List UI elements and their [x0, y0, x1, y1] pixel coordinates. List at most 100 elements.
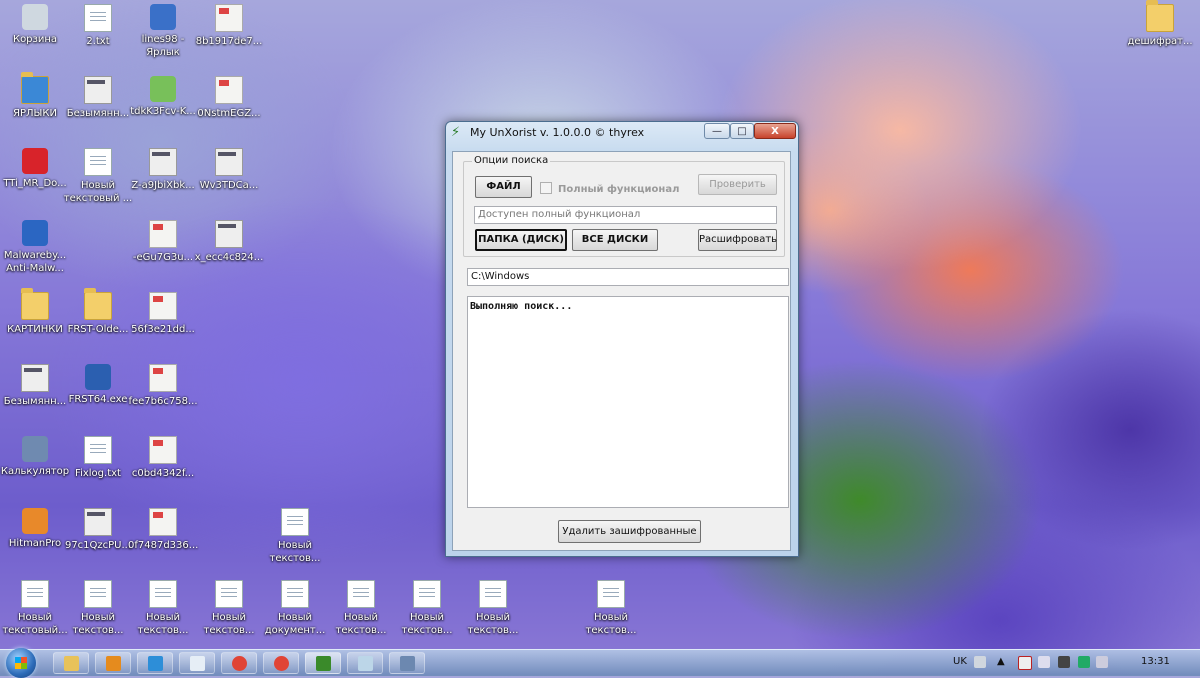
desktop-icon[interactable]: x_ecc4c824... — [194, 220, 264, 264]
desktop-icon[interactable]: Новый текстов... — [63, 580, 133, 637]
desktop-icon[interactable]: Новый текстовый... — [0, 580, 70, 637]
unxorist-app-icon: ⚡ — [451, 125, 461, 140]
language-indicator[interactable]: UK — [953, 656, 967, 667]
desktop-icon-label: 0NstmEGZ... — [197, 108, 261, 119]
desktop-icon[interactable]: Fixlog.txt — [63, 436, 133, 480]
image-file-icon — [149, 148, 177, 176]
desktop-icon[interactable]: Безымянн... — [63, 76, 133, 120]
security-alert-icon[interactable] — [1018, 656, 1032, 670]
taskbar-button[interactable] — [221, 652, 257, 674]
volume-icon[interactable] — [1096, 656, 1108, 668]
desktop-icon[interactable]: Безымянн... — [0, 364, 70, 408]
desktop-icon[interactable]: Новый текстовый ... — [63, 148, 133, 205]
desktop-icon[interactable]: Калькулятор — [0, 436, 70, 478]
desktop-icon[interactable]: Z-a9JbiXbk... — [128, 148, 198, 192]
text-file-icon — [84, 580, 112, 608]
notepad2-icon — [358, 656, 373, 671]
desktop-icon[interactable]: Новый документ... — [260, 580, 330, 637]
close-button[interactable]: X — [754, 123, 796, 139]
desktop-icon-label: Новый текстов... — [72, 612, 124, 636]
desktop-icon[interactable]: 97c1QzcPU... — [63, 508, 133, 552]
full-function-option[interactable]: Полный функционал — [540, 182, 679, 195]
desktop-icon[interactable]: Новый текстов... — [194, 580, 264, 637]
maximize-button[interactable]: □ — [730, 123, 754, 139]
network-icon[interactable] — [1078, 656, 1090, 668]
desktop-icon[interactable]: FRST-Olde... — [63, 288, 133, 336]
window-titlebar[interactable]: ⚡ My UnXorist v. 1.0.0.0 © thyrex — □ X — [446, 122, 798, 144]
notepad-icon — [190, 656, 205, 671]
desktop-icon[interactable]: 0f7487d336... — [128, 508, 198, 552]
taskbar-button[interactable] — [179, 652, 215, 674]
desktop-icon[interactable]: TTi_MR_Do... — [0, 148, 70, 190]
desktop-icon[interactable]: ЯРЛЫКИ — [0, 72, 70, 120]
desktop-icon[interactable]: -eGu7G3u... — [128, 220, 198, 264]
taskbar-button[interactable] — [137, 652, 173, 674]
check-button[interactable]: Проверить — [698, 174, 777, 195]
taskbar-button[interactable] — [347, 652, 383, 674]
envelope-file-icon — [149, 292, 177, 320]
file-button[interactable]: ФАЙЛ — [475, 176, 532, 198]
desktop-icon-label: -eGu7G3u... — [132, 252, 194, 263]
desktop-icon[interactable]: Новый текстов... — [260, 508, 330, 565]
desktop-icon-label: 0f7487d336... — [128, 540, 199, 551]
desktop-icon[interactable]: Новый текстов... — [128, 580, 198, 637]
desktop-icon[interactable]: 8b1917de7... — [194, 4, 264, 48]
desktop-icon[interactable]: tdkK3Fcv-K... — [128, 76, 198, 118]
desktop-icon[interactable]: 0NstmEGZ... — [194, 76, 264, 120]
desktop-icon[interactable]: Корзина — [0, 4, 70, 46]
desktop-icon[interactable]: Wv3TDCa... — [194, 148, 264, 192]
desktop-icon[interactable]: Новый текстов... — [576, 580, 646, 637]
text-file-icon — [597, 580, 625, 608]
desktop-icon[interactable]: HitmanPro — [0, 508, 70, 550]
desktop-icon-label: Новый текстов... — [203, 612, 255, 636]
delete-encrypted-button[interactable]: Удалить зашифрованные — [558, 520, 701, 543]
desktop-icon[interactable]: Malwareby... Anti-Malw... — [0, 220, 70, 275]
full-function-checkbox[interactable] — [540, 182, 552, 194]
desktop-icon-label: Новый текстов... — [401, 612, 453, 636]
desktop-icon[interactable]: дешифрат... — [1125, 0, 1195, 48]
desktop-icon[interactable]: lines98 - Ярлык — [128, 4, 198, 59]
taskbar-button[interactable] — [95, 652, 131, 674]
envelope-file-icon — [149, 364, 177, 392]
battery-icon[interactable] — [1058, 656, 1070, 668]
keyboard-icon[interactable] — [974, 656, 986, 668]
hitmanpro-icon — [22, 508, 48, 534]
desktop-icon-label: Безымянн... — [66, 108, 130, 119]
folder-icon — [84, 288, 112, 320]
desktop-icon[interactable]: Новый текстов... — [326, 580, 396, 637]
taskbar-button[interactable] — [389, 652, 425, 674]
full-function-label: Полный функционал — [558, 184, 680, 195]
desktop-icon[interactable]: 2.txt — [63, 4, 133, 48]
envelope-file-icon — [149, 220, 177, 248]
desktop-icon-label: ЯРЛЫКИ — [13, 108, 57, 119]
clock[interactable]: 13:31 — [1141, 656, 1170, 667]
desktop-icon[interactable]: FRST64.exe — [63, 364, 133, 406]
taskbar-button[interactable] — [53, 652, 89, 674]
desktop-icon[interactable]: 56f3e21dd... — [128, 292, 198, 336]
desktop-icon[interactable]: Новый текстов... — [392, 580, 462, 637]
desktop-icon[interactable]: КАРТИНКИ — [0, 288, 70, 336]
all-disks-button[interactable]: ВСЕ ДИСКИ — [572, 229, 658, 251]
search-log[interactable]: Выполняю поиск... — [467, 296, 789, 508]
desktop-icon-label: c0bd4342f... — [131, 468, 195, 479]
decrypt-button[interactable]: Расшифровать — [698, 229, 777, 251]
desktop-icon-label: Калькулятор — [0, 466, 70, 477]
screenshot-tool-icon — [400, 656, 415, 671]
desktop-icon[interactable]: fee7b6c758... — [128, 364, 198, 408]
minimize-button[interactable]: — — [704, 123, 730, 139]
taskbar-button[interactable] — [305, 652, 341, 674]
show-hidden-icons-icon[interactable]: ▲ — [997, 656, 1005, 667]
taskbar-button[interactable] — [263, 652, 299, 674]
folder-icon — [21, 288, 49, 320]
desktop-icon[interactable]: c0bd4342f... — [128, 436, 198, 480]
desktop-icon-label: Новый текстов... — [585, 612, 637, 636]
folder-disk-button[interactable]: ПАПКА (ДИСК) — [475, 229, 567, 251]
device-icon[interactable] — [1038, 656, 1050, 668]
desktop-icon-label: HitmanPro — [8, 538, 62, 549]
desktop-icon-label: FRST64.exe — [68, 394, 128, 405]
path-field[interactable]: C:\Windows — [467, 268, 789, 286]
trend-micro-icon — [22, 148, 48, 174]
envelope-file-icon — [215, 4, 243, 32]
desktop-icon[interactable]: Новый текстов... — [458, 580, 528, 637]
start-button[interactable] — [6, 648, 36, 678]
